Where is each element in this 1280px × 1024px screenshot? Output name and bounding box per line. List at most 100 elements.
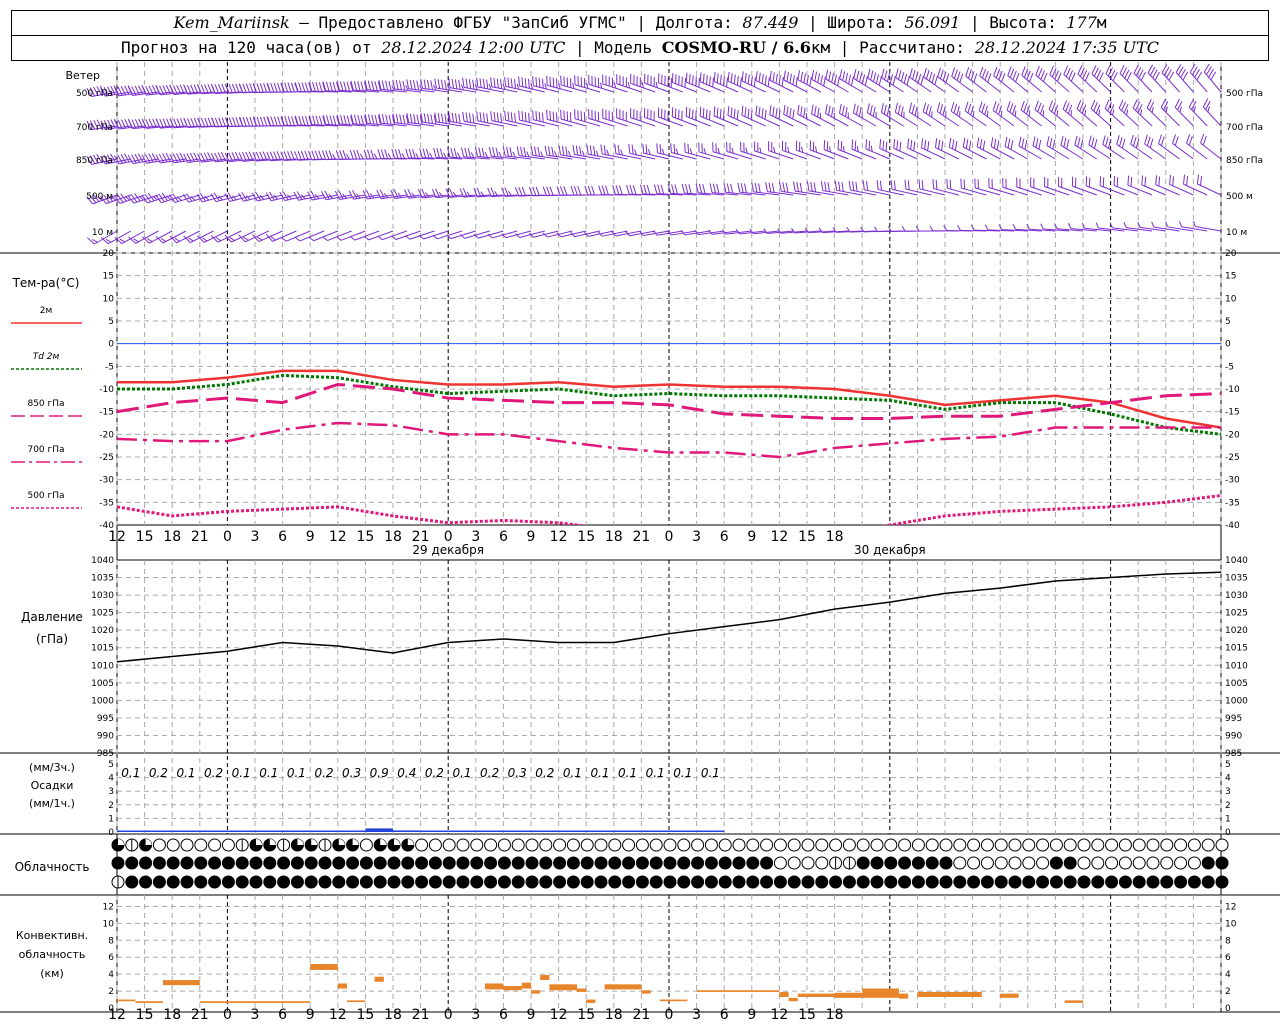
cloud-symbol-full	[511, 875, 525, 889]
wind-barb-staff	[726, 151, 752, 160]
wind-barb-flag	[1035, 65, 1040, 76]
conv-tick-right: 6	[1225, 953, 1231, 963]
wind-barb-flag	[1146, 99, 1152, 109]
wind-barb-flag	[1202, 135, 1207, 146]
wind-barb-staff	[878, 189, 904, 196]
wind-barb-flag	[391, 235, 397, 240]
wind-barb-flag	[1096, 69, 1102, 79]
wind-level-label-right: 10 м	[1226, 228, 1247, 238]
wind-barb-flag	[287, 82, 292, 92]
cloud-symbol	[1022, 856, 1036, 870]
cloud-symbol	[815, 856, 829, 870]
cloud-symbol	[180, 875, 194, 889]
hour-label-bottom: 15	[356, 1007, 374, 1023]
cloud-symbol-empty	[649, 838, 663, 852]
wind-barb-flag	[498, 151, 502, 158]
wind-barb-flag	[405, 148, 409, 159]
wind-barb-flag	[290, 150, 295, 161]
wind-barb-flag	[789, 73, 792, 84]
precip-tick-right: 3	[1225, 787, 1231, 797]
wind-barb-flag	[921, 138, 924, 148]
pressure-tick-left: 1005	[91, 679, 114, 689]
wind-barb-flag	[783, 70, 786, 81]
cloud-symbol-empty	[663, 838, 677, 852]
wind-barb-flag	[850, 76, 854, 86]
wind-barb-flag	[1004, 136, 1008, 147]
wind-barb-flag	[524, 112, 527, 122]
cloud-symbol	[525, 838, 539, 852]
wind-barb-flag	[605, 185, 609, 195]
wind-barb-flag	[1112, 72, 1118, 82]
cloud-symbol	[1187, 875, 1201, 889]
wind-barb-flag	[882, 140, 885, 150]
wind-barb-flag	[730, 183, 734, 194]
wind-barb-flag	[866, 103, 870, 113]
wind-barb-flag	[1132, 99, 1138, 109]
wind-barb-flag	[1158, 134, 1162, 144]
wind-barb-flag	[228, 83, 233, 94]
wind-barb-flag	[1074, 135, 1078, 146]
wind-barb-flag	[394, 149, 399, 159]
hour-label-bottom: 21	[191, 1007, 209, 1023]
cloud-symbol-full	[622, 856, 636, 870]
cloud-symbol-full	[1132, 875, 1146, 889]
precip-amount-label: 0.3	[508, 766, 527, 780]
precip-title: Осадки	[31, 779, 74, 792]
cloud-symbol-empty	[787, 838, 801, 852]
wind-barb-flag	[526, 151, 530, 158]
wind-barb-flag	[786, 106, 789, 117]
conv-bar	[696, 990, 780, 992]
wind-barb-flag	[1121, 138, 1126, 149]
wind-barb-flag	[1098, 109, 1101, 116]
wind-barb-flag	[328, 150, 333, 160]
wind-barb-flag	[1037, 102, 1042, 113]
wind-barb-flag	[1144, 134, 1148, 145]
cloud-symbol-full	[277, 856, 291, 870]
cloud-symbol-full	[1049, 856, 1063, 870]
wind-barb-flag	[872, 72, 877, 82]
wind-barb-flag	[598, 185, 603, 195]
wind-barb-flag	[155, 119, 161, 129]
cloud-symbol-full	[842, 875, 856, 889]
wind-barb	[392, 113, 421, 127]
wind-barb-flag	[934, 75, 938, 85]
wind-barb-flag	[416, 80, 420, 91]
wind-barb-staff	[933, 188, 959, 196]
wind-barb-flag	[486, 113, 489, 123]
wind-barb-flag	[528, 78, 530, 89]
cloud-symbol-empty	[497, 838, 511, 852]
pressure-tick-left: 1010	[91, 661, 114, 671]
wind-barb-staff	[147, 194, 173, 204]
cloud-symbol-full	[249, 875, 263, 889]
precip-amount-label: 0.1	[701, 766, 720, 780]
wind-barb-flag	[709, 110, 711, 121]
cloud-symbol	[152, 875, 166, 889]
wind-barb-flag	[560, 109, 562, 120]
wind-barb-flag	[841, 182, 844, 192]
wind-barb-flag	[1021, 138, 1025, 148]
wind-barb-flag	[591, 185, 596, 196]
cloud-symbol	[967, 875, 981, 889]
cloud-symbol	[415, 838, 429, 852]
wind-barb-staff	[754, 150, 780, 160]
temp-tick-left: -20	[99, 430, 114, 440]
wind-barb-flag	[712, 77, 714, 88]
wind-barb-flag	[532, 76, 534, 86]
cloud-symbol	[152, 856, 166, 870]
wind-barb-flag	[322, 236, 328, 241]
cloud-symbol-empty	[939, 838, 953, 852]
wind-barb-staff	[202, 194, 228, 203]
wind-barb-flag	[688, 108, 691, 118]
wind-barb-flag	[984, 71, 989, 81]
cloud-symbol	[635, 875, 649, 889]
cloud-symbol	[594, 875, 608, 889]
cloud-symbol	[580, 838, 594, 852]
cloud-symbol-empty	[1215, 838, 1229, 852]
wind-barb-flag	[881, 68, 885, 79]
cloud-symbol	[649, 856, 663, 870]
wind-barb-staff	[864, 189, 890, 196]
cloud-symbol-empty	[1008, 856, 1022, 870]
cloud-symbol-quarter	[407, 839, 414, 845]
wind-barb-staff	[1018, 145, 1042, 160]
wind-barb-flag	[304, 150, 309, 160]
